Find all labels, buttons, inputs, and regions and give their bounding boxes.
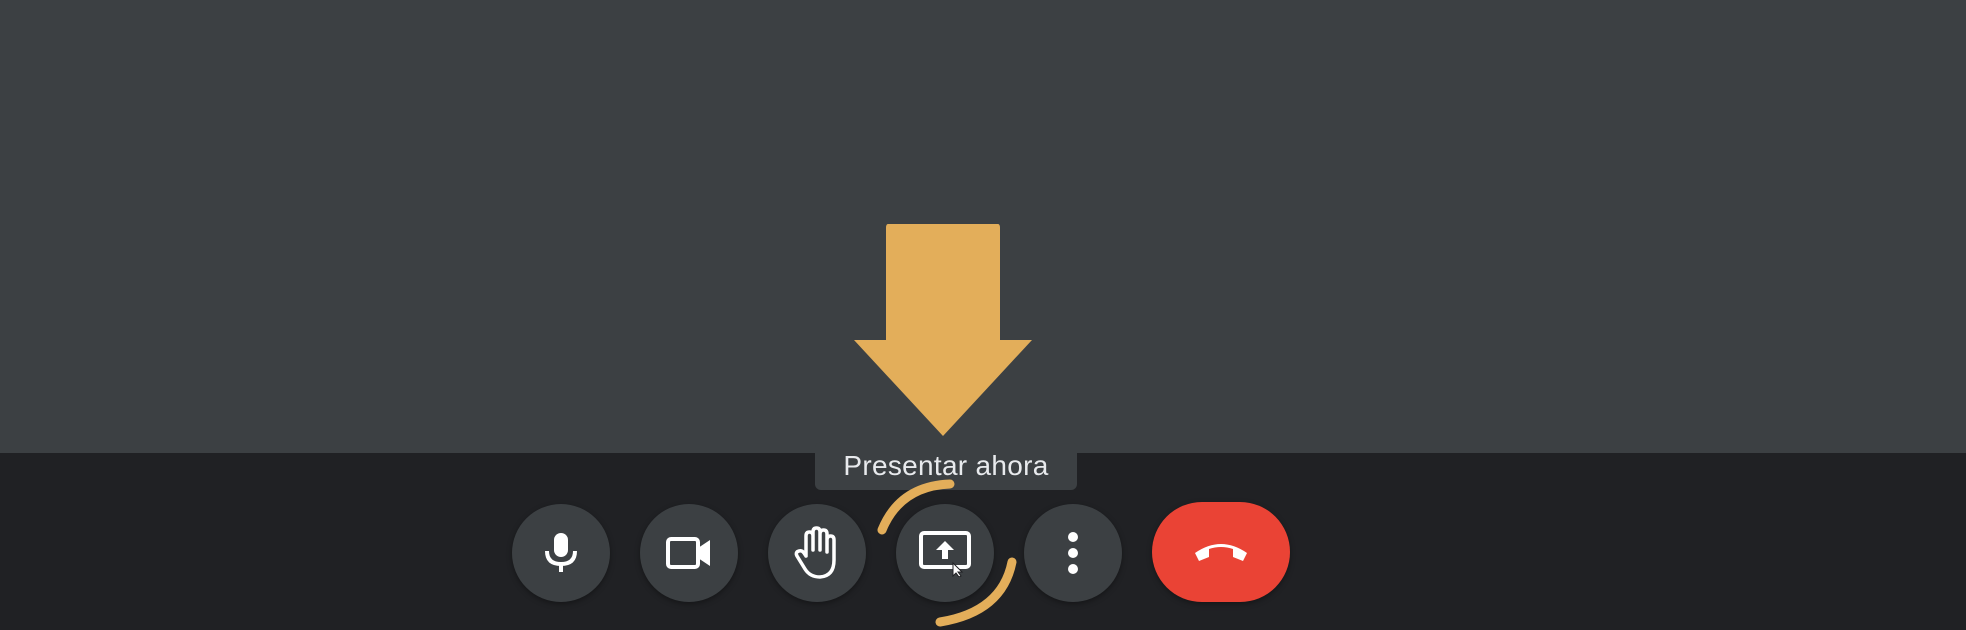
present-now-button[interactable]: [896, 504, 994, 602]
meet-window: Presentar ahora: [0, 0, 1966, 630]
leave-call-button[interactable]: [1152, 502, 1290, 602]
camera-button[interactable]: [640, 504, 738, 602]
raise-hand-button[interactable]: [768, 504, 866, 602]
video-camera-icon: [665, 536, 713, 570]
present-now-tooltip: Presentar ahora: [815, 442, 1077, 490]
microphone-button[interactable]: [512, 504, 610, 602]
present-screen-icon: [917, 529, 973, 577]
microphone-icon: [541, 531, 581, 575]
more-options-button[interactable]: [1024, 504, 1122, 602]
call-end-icon: [1191, 537, 1251, 568]
hand-icon: [794, 526, 840, 580]
more-vert-icon: [1067, 531, 1079, 575]
pointer-arrow-annotation: [852, 224, 1034, 441]
tooltip-label: Presentar ahora: [843, 450, 1049, 481]
